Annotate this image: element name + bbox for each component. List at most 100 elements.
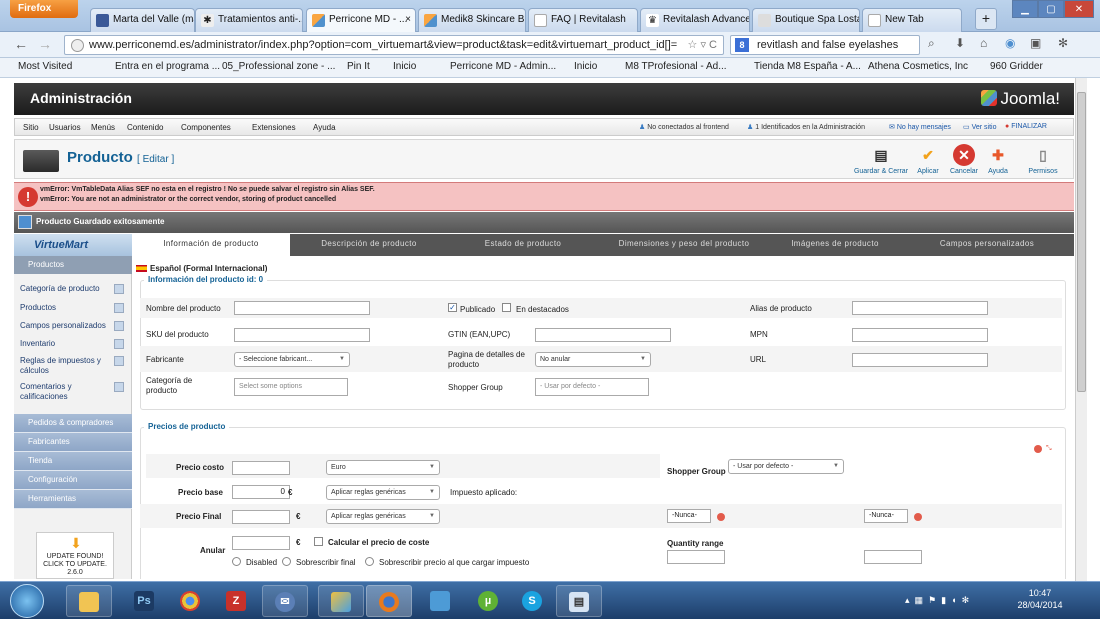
bluetooth-icon[interactable]: ✻ [962, 595, 970, 605]
tab-product-info[interactable]: Información de producto [132, 234, 290, 256]
start-date-input[interactable]: -Nunca- [667, 509, 711, 523]
reload-icon[interactable]: ☆ ▿ C [688, 38, 717, 51]
bookmark-item[interactable]: Most Visited [18, 61, 72, 72]
radio-override-tax[interactable] [365, 557, 374, 566]
search-input[interactable]: 8 revitlash and false eyelashes [730, 35, 920, 55]
bookmark-item[interactable]: Entra en el programa ... [115, 61, 220, 72]
tab-marta[interactable]: Marta del Valle (ma... [90, 8, 195, 32]
sidebar-item-products[interactable]: Productos [20, 303, 130, 313]
logout-link[interactable]: ● FINALIZAR [1005, 123, 1047, 130]
clear-end-date-icon[interactable] [914, 513, 922, 521]
taskbar-chrome[interactable] [168, 585, 214, 617]
view-site-link[interactable]: ▭ Ver sitio [963, 123, 996, 131]
radio-disabled[interactable] [232, 557, 241, 566]
tab-tratamientos[interactable]: ✱ Tratamientos anti-... [195, 8, 303, 32]
quantity-end-input[interactable] [864, 550, 922, 564]
google-search-icon[interactable]: 8 [735, 38, 749, 52]
screen-icon[interactable]: ▣ [1030, 36, 1041, 50]
sidebar-item-custom-fields[interactable]: Campos personalizados [20, 321, 130, 331]
download-icon[interactable]: ⬇ [955, 36, 965, 50]
maximize-window-icon[interactable]: ▢ [1038, 0, 1064, 18]
taskbar-firefox[interactable] [366, 585, 412, 617]
taskbar-control-panel[interactable] [418, 585, 464, 617]
price-shopper-group-select[interactable]: - Usar por defecto - ▼ [728, 459, 844, 474]
taskbar-skype[interactable]: S [510, 585, 556, 617]
taskbar-notepad[interactable]: ▤ [556, 585, 602, 617]
tab-new[interactable]: New Tab [862, 8, 962, 32]
bookmark-item[interactable]: Tienda M8 España - A... [754, 61, 861, 72]
page-scrollbar[interactable] [1075, 78, 1087, 581]
firefox-menu-button[interactable]: Firefox [10, 0, 78, 18]
clear-start-date-icon[interactable] [717, 513, 725, 521]
messages-link[interactable]: ✉ No hay mensajes [889, 123, 951, 131]
tab-boutique[interactable]: Boutique Spa Losta... [752, 8, 860, 32]
taskbar-explorer[interactable] [66, 585, 112, 617]
back-arrow-icon[interactable]: ← [14, 36, 28, 52]
minimize-window-icon[interactable]: ▁ [1012, 0, 1038, 18]
sidebar-item-categories[interactable]: Categoría de producto [20, 284, 130, 294]
radio-override-final[interactable] [282, 557, 291, 566]
remove-price-icon[interactable] [1034, 445, 1042, 453]
tray-app-icon[interactable]: ▦ [915, 595, 924, 605]
tray-flag-icon[interactable]: ⚑ [928, 595, 936, 605]
volume-icon[interactable]: ◖ [951, 595, 956, 605]
site-identity-icon[interactable] [71, 39, 84, 52]
taskbar-filezilla[interactable]: Z [214, 585, 260, 617]
end-date-input[interactable]: -Nunca- [864, 509, 908, 523]
quantity-start-input[interactable] [667, 550, 725, 564]
tools-icon[interactable]: ✻ [1058, 36, 1068, 50]
tab-product-status[interactable]: Estado de producto [448, 234, 598, 256]
taskbar-paint[interactable] [318, 585, 364, 617]
currency-select[interactable]: Euro ▼ [326, 460, 440, 475]
home-icon[interactable]: ⌂ [980, 36, 987, 50]
bookmark-item[interactable]: 960 Gridder [990, 61, 1043, 72]
sidebar-section-orders[interactable]: Pedidos & compradores [14, 414, 132, 433]
bookmark-item[interactable]: M8 TProfesional - Ad... [625, 61, 727, 72]
sidebar-item-reviews[interactable]: Comentarios y calificaciones [20, 382, 124, 402]
bookmark-item[interactable]: Inicio [574, 61, 597, 72]
sidebar-section-configuration[interactable]: Configuración [14, 471, 132, 490]
menu-menus[interactable]: Menús [91, 123, 115, 132]
sku-input[interactable] [234, 328, 370, 342]
permissions-button[interactable]: ▯ Permisos [1025, 144, 1061, 175]
new-tab-button[interactable]: + [975, 8, 997, 30]
final-price-input[interactable] [232, 510, 290, 524]
alias-input[interactable] [852, 301, 988, 315]
tab-product-images[interactable]: Imágenes de producto [770, 234, 900, 256]
sidebar-section-productos[interactable]: Productos [14, 256, 132, 274]
taskbar-thunderbird[interactable]: ✉ [262, 585, 308, 617]
network-icon[interactable]: ▮ [941, 595, 946, 605]
tab-product-dimensions[interactable]: Dimensiones y peso del producto [598, 234, 770, 256]
detail-page-select[interactable]: No anular ▼ [535, 352, 651, 367]
taskbar-photoshop[interactable]: Ps [122, 585, 168, 617]
menu-contenido[interactable]: Contenido [127, 123, 163, 132]
cost-price-input[interactable] [232, 461, 290, 475]
bookmark-item[interactable]: Athena Cosmetics, Inc [868, 61, 968, 72]
taskbar-utorrent[interactable]: µ [466, 585, 512, 617]
base-rules-select[interactable]: Aplicar reglas genéricas ▼ [326, 485, 440, 500]
close-window-icon[interactable]: ✕ [1064, 0, 1094, 18]
bookmark-item[interactable]: Inicio [393, 61, 416, 72]
start-button[interactable] [10, 584, 44, 618]
menu-ayuda[interactable]: Ayuda [313, 123, 336, 132]
tab-product-description[interactable]: Descripción de producto [290, 234, 448, 256]
featured-checkbox[interactable] [502, 303, 511, 312]
menu-sitio[interactable]: Sitio [23, 123, 39, 132]
save-close-button[interactable]: ▤ Guardar & Cerrar [851, 144, 911, 175]
show-hidden-icon[interactable]: ▴ [905, 595, 910, 605]
tab-custom-fields[interactable]: Campos personalizados [900, 234, 1074, 256]
sidebar-item-inventory[interactable]: Inventario [20, 339, 130, 349]
shopper-group-multiselect[interactable]: - Usar por defecto - [535, 378, 649, 396]
scrollbar-thumb[interactable] [1077, 92, 1086, 392]
product-name-input[interactable] [234, 301, 370, 315]
tab-faq[interactable]: FAQ | Revitalash [528, 8, 638, 32]
category-multiselect[interactable]: Select some options [234, 378, 348, 396]
forward-arrow-icon[interactable]: → [38, 36, 52, 52]
system-clock[interactable]: 10:47 28/04/2014 [1010, 587, 1070, 611]
published-checkbox[interactable]: ✓ [448, 303, 457, 312]
base-price-input[interactable]: 0 [232, 485, 290, 499]
cancel-button[interactable]: ✕ Cancelar [947, 144, 981, 175]
help-button[interactable]: ✚ Ayuda [983, 144, 1013, 175]
sidebar-section-tools[interactable]: Herramientas [14, 490, 132, 509]
menu-componentes[interactable]: Componentes [181, 123, 231, 132]
